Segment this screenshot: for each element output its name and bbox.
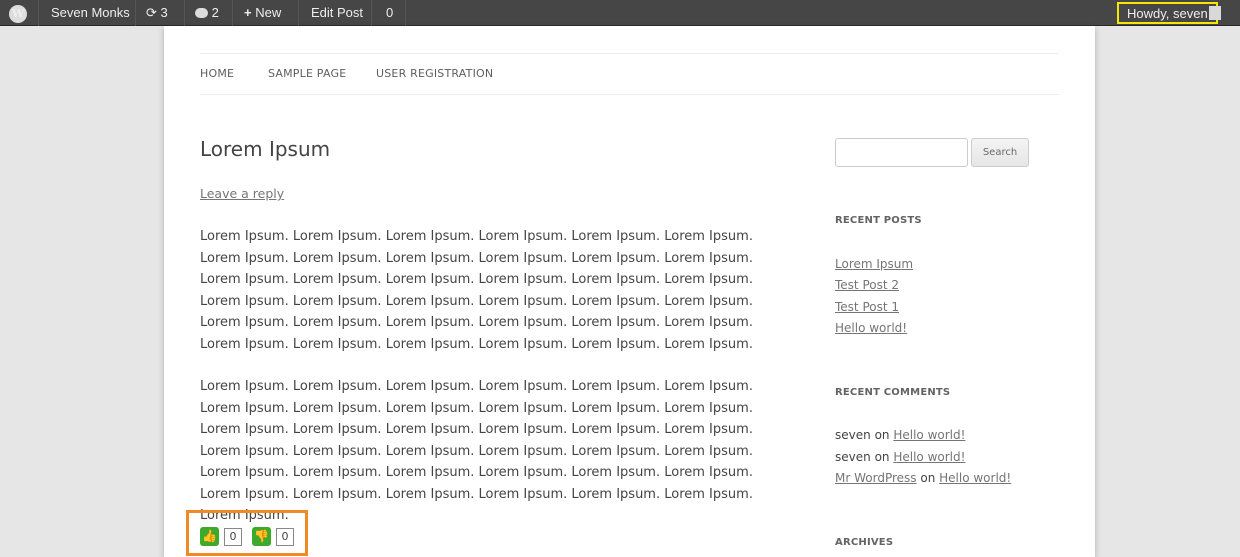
new-content-link[interactable]: + New xyxy=(244,0,281,26)
recent-posts-title: RECENT POSTS xyxy=(835,215,922,226)
nav-item-sample-page[interactable]: SAMPLE PAGE xyxy=(268,67,346,80)
dislike-count: 0 xyxy=(276,528,294,546)
comment-author-link[interactable]: Mr WordPress xyxy=(835,471,917,485)
comment-post-link[interactable]: Hello world! xyxy=(939,471,1011,485)
recent-post-link[interactable]: Test Post 2 xyxy=(835,278,899,292)
admin-bar-divider xyxy=(371,0,372,26)
comment-on: on xyxy=(874,450,890,464)
search-button[interactable]: Search xyxy=(971,138,1029,167)
page-container: HOME SAMPLE PAGE USER REGISTRATION Lorem… xyxy=(164,26,1095,557)
nav-item-user-registration[interactable]: USER REGISTRATION xyxy=(376,67,493,80)
avatar[interactable] xyxy=(1209,6,1221,20)
recent-comment: seven on Hello world! xyxy=(835,428,965,442)
comments-link[interactable]: 2 xyxy=(195,0,219,26)
main-navigation: HOME SAMPLE PAGE USER REGISTRATION xyxy=(200,53,1059,95)
comment-on: on xyxy=(874,428,890,442)
recent-post-link[interactable]: Hello world! xyxy=(835,321,907,335)
plus-icon: + xyxy=(244,5,252,20)
edit-post-link[interactable]: Edit Post xyxy=(311,0,363,26)
updates-count: 3 xyxy=(160,5,168,20)
recent-comment: seven on Hello world! xyxy=(835,450,965,464)
comments-count: 2 xyxy=(211,5,219,20)
admin-bar-divider xyxy=(184,0,185,26)
post-title: Lorem Ipsum xyxy=(200,137,331,161)
admin-bar-divider xyxy=(232,0,233,26)
post-paragraph: Lorem Ipsum. Lorem Ipsum. Lorem Ipsum. L… xyxy=(200,379,753,523)
admin-bar-counter[interactable]: 0 xyxy=(386,0,393,26)
site-name-link[interactable]: Seven Monks xyxy=(51,0,130,26)
admin-bar-divider xyxy=(38,0,39,26)
vote-box: 👍 0 👎 0 xyxy=(186,510,308,556)
howdy-user-menu[interactable]: Howdy, seven xyxy=(1117,2,1218,24)
comment-post-link[interactable]: Hello world! xyxy=(893,428,965,442)
search-input[interactable] xyxy=(835,138,968,167)
comment-author: seven xyxy=(835,450,871,464)
updates-link[interactable]: ⟳ 3 xyxy=(146,0,168,26)
comment-on: on xyxy=(920,471,936,485)
recent-comment: Mr WordPress on Hello world! xyxy=(835,471,1011,485)
admin-bar-divider xyxy=(298,0,299,26)
new-label: New xyxy=(255,5,282,20)
like-count: 0 xyxy=(224,528,242,546)
comment-bubble-icon xyxy=(195,8,208,18)
admin-bar: W Seven Monks ⟳ 3 2 + New Edit Post 0 Ho… xyxy=(0,0,1240,26)
wordpress-logo-icon[interactable]: W xyxy=(9,5,27,23)
admin-bar-divider xyxy=(135,0,136,26)
comment-author: seven xyxy=(835,428,871,442)
recent-post-link[interactable]: Lorem Ipsum xyxy=(835,257,913,271)
comment-post-link[interactable]: Hello world! xyxy=(893,450,965,464)
leave-reply-link[interactable]: Leave a reply xyxy=(200,186,284,201)
admin-bar-divider xyxy=(405,0,406,26)
post-paragraph: Lorem Ipsum. Lorem Ipsum. Lorem Ipsum. L… xyxy=(200,229,753,352)
refresh-icon: ⟳ xyxy=(146,5,157,20)
recent-comments-title: RECENT COMMENTS xyxy=(835,387,951,398)
thumbs-down-icon[interactable]: 👎 xyxy=(252,527,271,546)
nav-item-home[interactable]: HOME xyxy=(200,67,234,80)
recent-post-link[interactable]: Test Post 1 xyxy=(835,300,899,314)
archives-title: ARCHIVES xyxy=(835,537,894,548)
thumbs-up-icon[interactable]: 👍 xyxy=(200,527,219,546)
